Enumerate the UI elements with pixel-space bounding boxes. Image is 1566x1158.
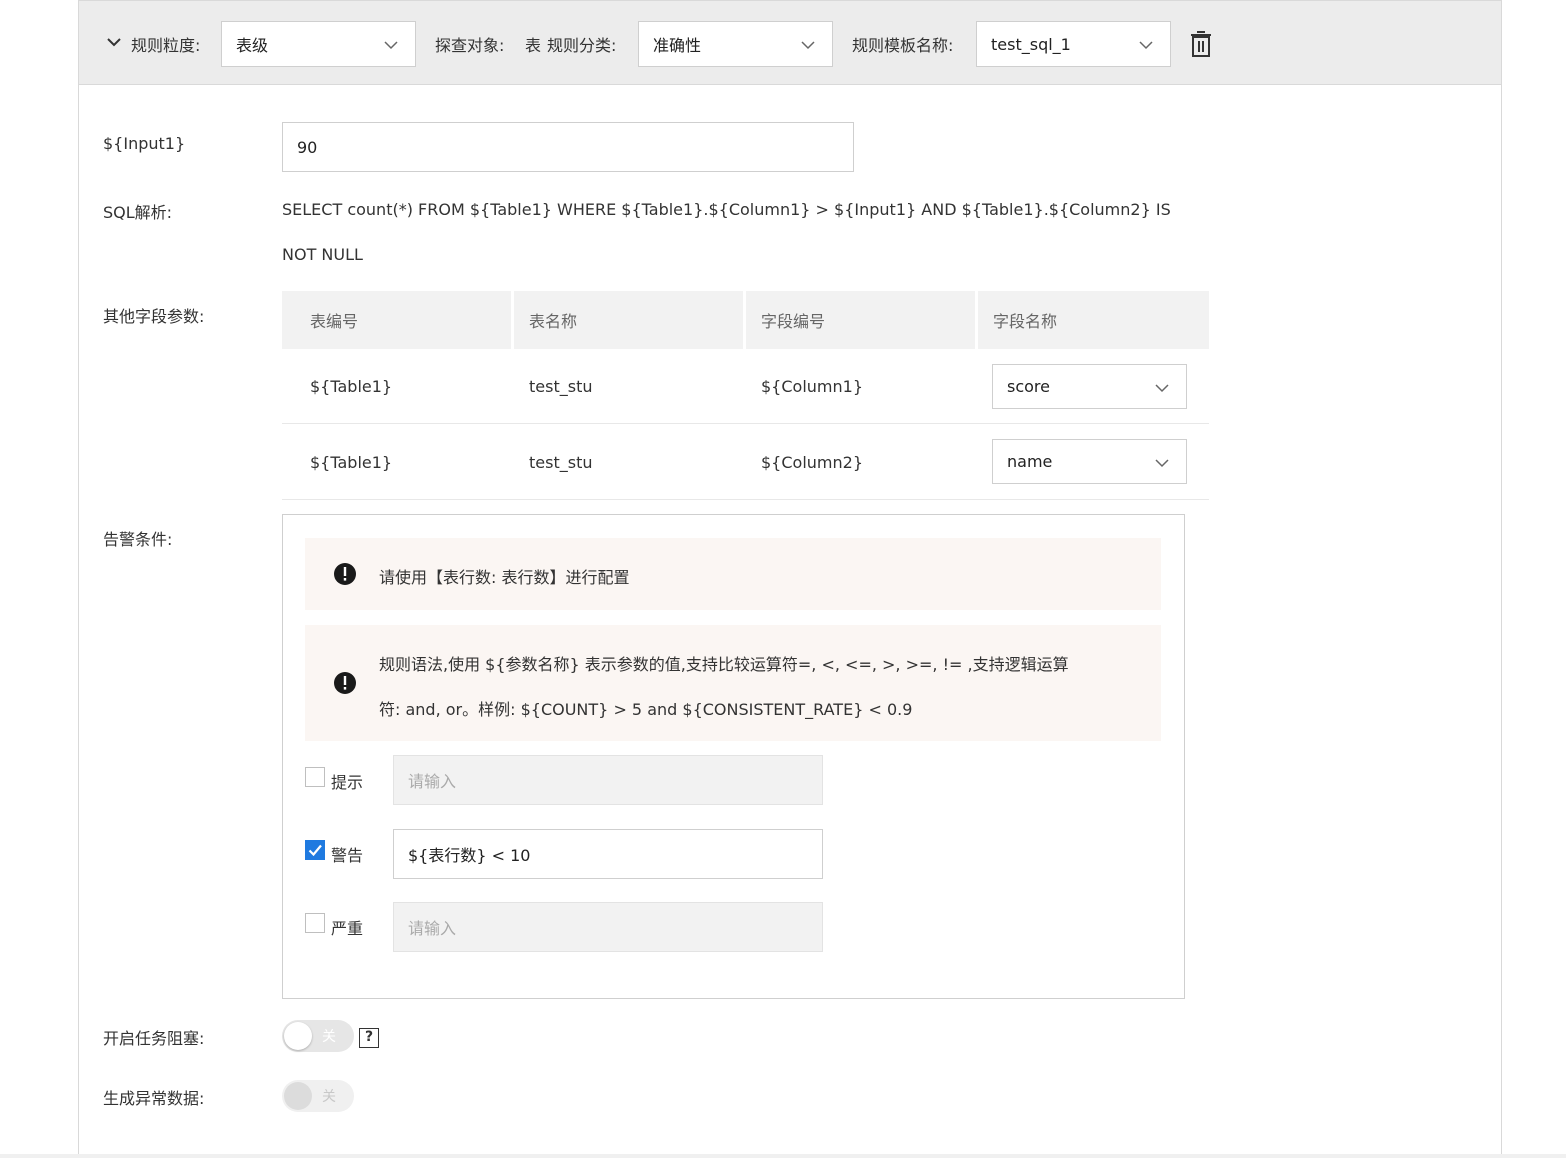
sql-text-line2: NOT NULL [282, 245, 363, 264]
column-name-select[interactable]: name [992, 439, 1187, 484]
alert-label: 告警条件: [103, 530, 173, 549]
checkmark-icon [308, 844, 322, 857]
switch-knob [284, 1022, 312, 1050]
template-select[interactable]: test_sql_1 [976, 21, 1171, 67]
notice-config-text: 请使用【表行数: 表行数】进行配置 [379, 568, 630, 587]
block-task-label: 开启任务阻塞: [103, 1029, 205, 1048]
cell-column-id: ${Column2} [761, 452, 863, 472]
table-header-cell: 表编号 [282, 291, 511, 349]
table-header-cell: 表名称 [514, 291, 743, 349]
category-select[interactable]: 准确性 [638, 21, 833, 67]
input1-field[interactable]: 90 [282, 122, 854, 172]
hint-placeholder: 请输入 [408, 772, 457, 791]
chevron-down-icon [384, 41, 398, 50]
other-params-label: 其他字段参数: [103, 307, 205, 326]
hint-label: 提示 [331, 773, 364, 792]
table-header-cell: 字段编号 [746, 291, 975, 349]
column-name-select[interactable]: score [992, 364, 1187, 409]
warning-value: ${表行数} < 10 [408, 846, 531, 865]
row-divider [282, 423, 1209, 424]
collapse-chevron-icon[interactable] [105, 33, 123, 51]
notice-syntax-text-line1: 规则语法,使用 ${参数名称} 表示参数的值,支持比较运算符=, <, <=, … [379, 655, 1069, 674]
column-name-value: name [1007, 452, 1053, 471]
chevron-down-icon [1139, 41, 1153, 50]
severe-label: 严重 [331, 919, 364, 938]
cell-table-name: test_stu [529, 452, 593, 472]
abnormal-data-label: 生成异常数据: [103, 1089, 205, 1108]
sql-label: SQL解析: [103, 203, 173, 222]
help-question-icon[interactable]: ? [359, 1028, 379, 1048]
row-divider [282, 499, 1209, 500]
cell-table-name: test_stu [529, 376, 593, 396]
chevron-down-icon [801, 41, 815, 50]
severe-checkbox[interactable] [305, 913, 325, 933]
target-label: 探查对象: [435, 36, 505, 55]
notice-syntax-text-line2: 符: and, or。样例: ${COUNT} > 5 and ${CONSIS… [379, 700, 913, 719]
warning-checkbox[interactable] [305, 840, 325, 860]
switch-state-text: 关 [322, 1029, 336, 1045]
delete-trash-icon[interactable] [1189, 31, 1213, 57]
template-label: 规则模板名称: [852, 36, 954, 55]
granularity-value: 表级 [236, 36, 269, 55]
template-value: test_sql_1 [991, 34, 1071, 54]
category-label: 规则分类: [547, 36, 617, 55]
exclamation-icon [334, 563, 356, 585]
exclamation-icon [334, 672, 356, 694]
chevron-down-icon [1155, 459, 1169, 468]
target-value: 表 [525, 36, 542, 55]
bottom-edge [0, 1154, 1566, 1158]
sql-text-line1: SELECT count(*) FROM ${Table1} WHERE ${T… [282, 200, 1171, 219]
granularity-label: 规则粒度: [131, 36, 201, 55]
alert-conditions-box: 请使用【表行数: 表行数】进行配置 规则语法,使用 ${参数名称} 表示参数的值… [282, 514, 1185, 999]
granularity-select[interactable]: 表级 [221, 21, 416, 67]
table-header-cell: 字段名称 [978, 291, 1209, 349]
input1-label: ${Input1} [103, 134, 186, 153]
cell-table-id: ${Table1} [310, 376, 393, 396]
hint-checkbox[interactable] [305, 767, 325, 787]
rule-panel: 规则粒度: 表级 探查对象: 表 规则分类: 准确性 规则模板名称: test_… [78, 0, 1502, 1156]
hint-input[interactable]: 请输入 [393, 755, 823, 805]
switch-state-text: 关 [322, 1089, 336, 1105]
switch-knob [284, 1082, 312, 1110]
input1-value: 90 [297, 137, 318, 157]
notice-config: 请使用【表行数: 表行数】进行配置 [305, 538, 1161, 610]
block-task-switch[interactable]: 关 [282, 1020, 354, 1052]
rule-header-bar: 规则粒度: 表级 探查对象: 表 规则分类: 准确性 规则模板名称: test_… [79, 1, 1501, 85]
warning-label: 警告 [331, 846, 364, 865]
category-value: 准确性 [653, 36, 702, 55]
abnormal-data-switch[interactable]: 关 [282, 1080, 354, 1112]
column-name-value: score [1007, 377, 1050, 396]
severe-input[interactable]: 请输入 [393, 902, 823, 952]
severe-placeholder: 请输入 [408, 919, 457, 938]
notice-syntax: 规则语法,使用 ${参数名称} 表示参数的值,支持比较运算符=, <, <=, … [305, 625, 1161, 741]
chevron-down-icon [1155, 384, 1169, 393]
cell-column-id: ${Column1} [761, 376, 863, 396]
cell-table-id: ${Table1} [310, 452, 393, 472]
warning-input[interactable]: ${表行数} < 10 [393, 829, 823, 879]
